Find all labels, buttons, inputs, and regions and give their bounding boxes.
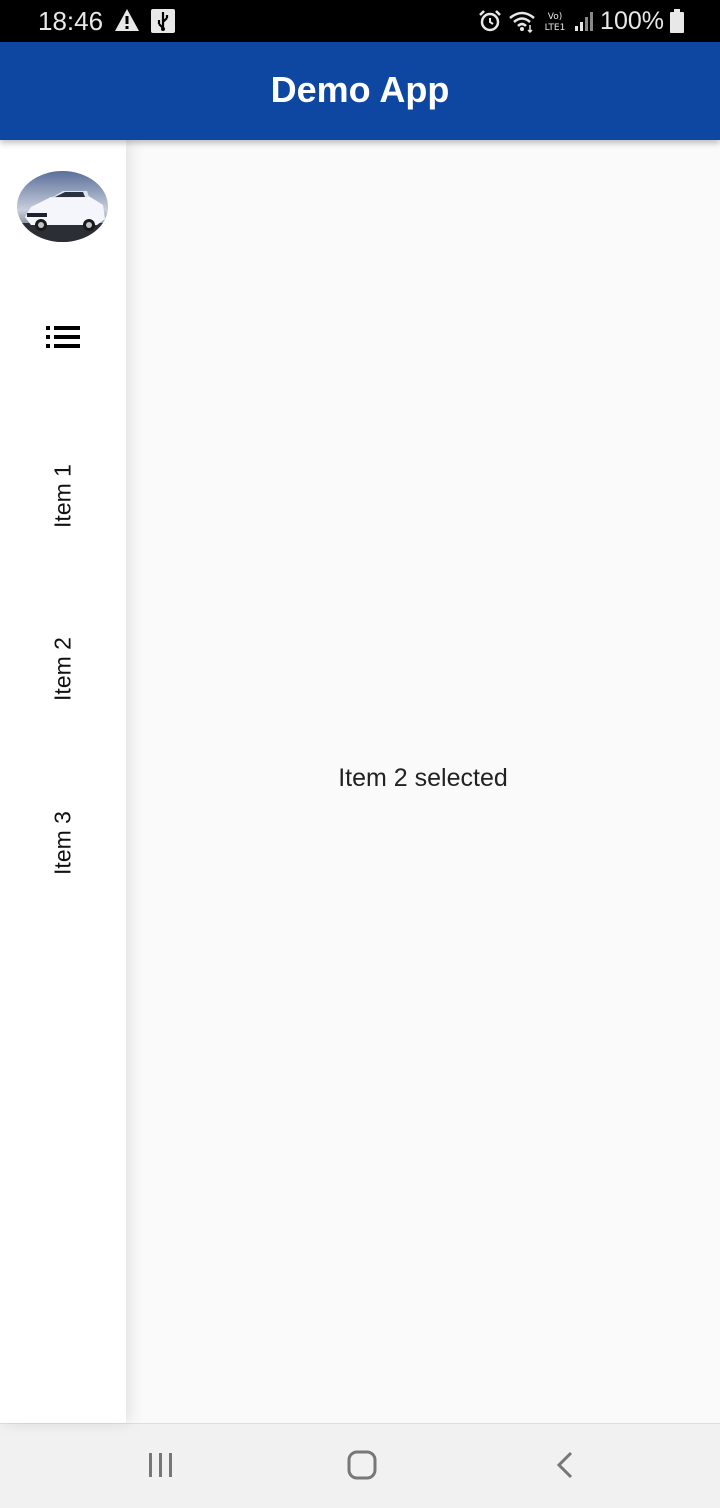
rail-item-label: Item 2 bbox=[49, 637, 76, 701]
app-title: Demo App bbox=[270, 69, 450, 110]
alarm-icon bbox=[479, 10, 501, 32]
wifi-icon bbox=[509, 11, 535, 33]
status-time: 18:46 bbox=[38, 6, 104, 36]
warning-icon bbox=[115, 9, 139, 31]
back-icon[interactable] bbox=[545, 1450, 585, 1482]
car-photo bbox=[17, 171, 108, 242]
rail-item-label: Item 3 bbox=[49, 811, 76, 875]
battery-icon bbox=[670, 9, 684, 33]
volte-icon: Vo) LTE1 bbox=[545, 12, 566, 33]
system-nav-bar bbox=[0, 1423, 720, 1508]
rail-item-label: Item 1 bbox=[49, 464, 76, 528]
app-bar: Demo App bbox=[0, 42, 720, 140]
rail-item-1[interactable]: Item 1 bbox=[0, 421, 126, 571]
home-icon[interactable] bbox=[342, 1450, 382, 1482]
rail-item-2[interactable]: Item 2 bbox=[0, 594, 126, 744]
selection-message: Item 2 selected bbox=[338, 764, 508, 792]
main-content: Item 2 selected bbox=[126, 140, 720, 1423]
svg-text:Vo): Vo) bbox=[548, 12, 562, 22]
svg-text:LTE1: LTE1 bbox=[545, 23, 566, 33]
recent-apps-icon[interactable] bbox=[141, 1450, 181, 1482]
rail-item-3[interactable]: Item 3 bbox=[0, 768, 126, 918]
usb-icon bbox=[151, 9, 175, 33]
list-icon[interactable] bbox=[46, 326, 80, 348]
avatar[interactable] bbox=[17, 171, 108, 242]
signal-icon bbox=[575, 12, 594, 31]
battery-percent: 100% bbox=[600, 7, 664, 35]
status-bar: 18:46 Vo) LTE1 100% bbox=[0, 0, 720, 42]
navigation-rail: Item 1 Item 2 Item 3 bbox=[0, 140, 126, 1423]
